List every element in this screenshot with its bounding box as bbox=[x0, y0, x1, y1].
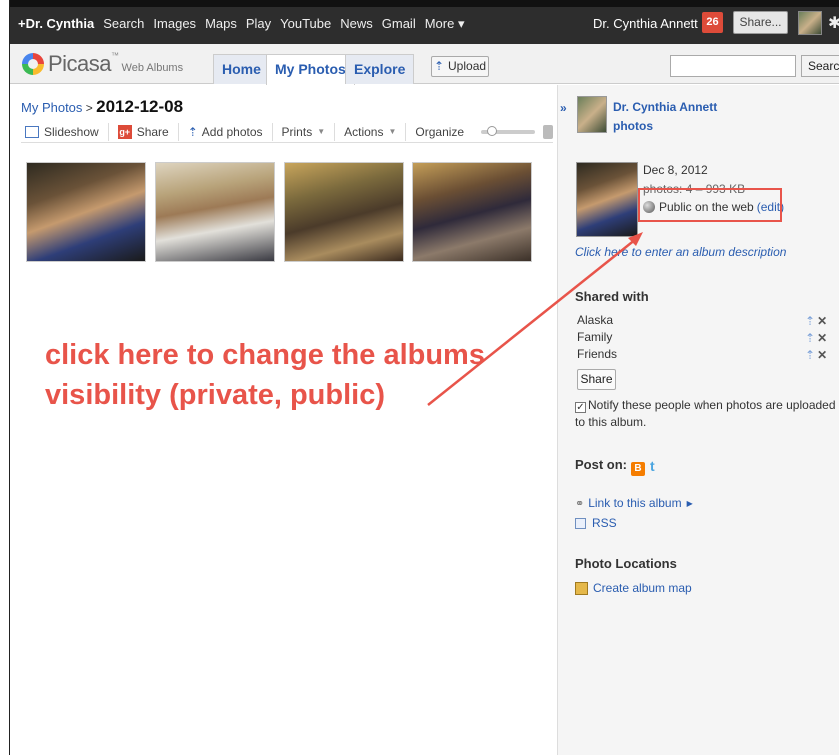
gbar-share-button[interactable]: Share... bbox=[733, 11, 788, 34]
gbar-user-name[interactable]: Dr. Cynthia Annett bbox=[593, 16, 698, 31]
annotation-line-2: visibility (private, public) bbox=[45, 379, 386, 411]
chain-link-icon: ⚭ bbox=[575, 497, 585, 510]
sidebar-share-button[interactable]: Share bbox=[577, 369, 616, 390]
photo-locations-heading: Photo Locations bbox=[575, 556, 677, 571]
remove-icon[interactable]: ✕ bbox=[817, 331, 829, 345]
actions-menu[interactable]: Actions ▼ bbox=[335, 122, 407, 141]
shared-with-heading: Shared with bbox=[575, 289, 649, 304]
logo-text: Picasa™ bbox=[48, 51, 119, 76]
add-photos-button[interactable]: ⇡ Add photos bbox=[179, 122, 273, 141]
remove-icon[interactable]: ✕ bbox=[817, 348, 829, 362]
breadcrumb-my-photos[interactable]: My Photos bbox=[21, 100, 82, 115]
picasa-header: Picasa™ Web Albums Home My Photos Explor… bbox=[10, 44, 839, 85]
gbar-link-youtube[interactable]: YouTube bbox=[280, 16, 331, 32]
album-description-link[interactable]: Click here to enter an album description bbox=[575, 245, 786, 259]
search-button[interactable]: Search bbox=[801, 55, 839, 77]
upload-button[interactable]: ⇡ Upload bbox=[431, 56, 489, 77]
breadcrumb-separator: > bbox=[85, 101, 93, 115]
annotation-line-1: click here to change the albums bbox=[45, 339, 485, 371]
owner-link[interactable]: Dr. Cynthia Annett photos bbox=[613, 98, 717, 136]
thumbnail-size-slider[interactable] bbox=[481, 125, 535, 136]
slideshow-icon bbox=[25, 125, 39, 138]
twitter-icon[interactable]: t bbox=[650, 458, 655, 474]
notify-option: ✓ Notify these people when photos are upl… bbox=[575, 397, 837, 431]
shared-item-controls: ⇡✕ bbox=[805, 314, 829, 328]
chevron-right-icon: ▶ bbox=[686, 498, 693, 508]
gbar-link-news[interactable]: News bbox=[340, 16, 373, 32]
rss-link[interactable]: RSS bbox=[575, 516, 617, 530]
gbar-link-profile[interactable]: +Dr. Cynthia bbox=[18, 16, 94, 32]
collapse-sidebar-icon[interactable]: » bbox=[560, 101, 567, 115]
tab-home[interactable]: Home bbox=[213, 54, 270, 84]
main-content: My Photos > 2012-12-08 Slideshow g+ Share… bbox=[10, 85, 557, 755]
slider-knob[interactable] bbox=[487, 125, 498, 136]
picasa-logo-icon bbox=[22, 53, 44, 75]
shared-item-controls: ⇡✕ bbox=[805, 348, 829, 362]
photo-thumbnail[interactable] bbox=[412, 162, 532, 262]
photo-thumbnail[interactable] bbox=[284, 162, 404, 262]
shared-item-alaska: Alaska bbox=[577, 313, 614, 327]
slideshow-button[interactable]: Slideshow bbox=[21, 122, 109, 141]
tab-my-photos[interactable]: My Photos bbox=[266, 54, 355, 85]
tab-explore[interactable]: Explore bbox=[345, 54, 415, 84]
album-toolbar: Slideshow g+ Share ⇡ Add photos Prints ▼ Ac… bbox=[21, 121, 553, 143]
picasa-logo[interactable]: Picasa™ Web Albums bbox=[22, 51, 183, 77]
owner-avatar[interactable] bbox=[577, 96, 607, 133]
gbar-link-maps[interactable]: Maps bbox=[205, 16, 237, 32]
map-icon bbox=[575, 581, 588, 595]
logo-subtitle: Web Albums bbox=[121, 62, 184, 74]
chevron-down-icon: ▼ bbox=[388, 127, 397, 136]
chevron-down-icon: ▼ bbox=[317, 127, 326, 136]
breadcrumb: My Photos > 2012-12-08 bbox=[21, 97, 183, 117]
shared-item-controls: ⇡✕ bbox=[805, 331, 829, 345]
gbar-link-search[interactable]: Search bbox=[103, 16, 144, 32]
remove-icon[interactable]: ✕ bbox=[817, 314, 829, 328]
notify-label: Notify these people when photos are uplo… bbox=[575, 398, 836, 429]
page-title: 2012-12-08 bbox=[96, 97, 184, 116]
gbar-link-play[interactable]: Play bbox=[246, 16, 271, 32]
upload-icon: ⇡ bbox=[187, 124, 198, 139]
highlight-box bbox=[638, 188, 782, 222]
upload-icon[interactable]: ⇡ bbox=[805, 314, 817, 328]
owner-photos-link[interactable]: photos bbox=[613, 117, 717, 136]
upload-icon[interactable]: ⇡ bbox=[805, 331, 817, 345]
album-sidebar: » Dr. Cynthia Annett photos Dec 8, 2012 … bbox=[557, 85, 839, 755]
photo-thumbnail[interactable] bbox=[155, 162, 275, 262]
gbar-link-images[interactable]: Images bbox=[153, 16, 196, 32]
shared-item-friends: Friends bbox=[577, 347, 618, 361]
post-on-label: Post on: bbox=[575, 457, 627, 472]
post-on-section: Post on: Bt bbox=[575, 457, 655, 476]
avatar[interactable] bbox=[798, 11, 822, 35]
rss-icon bbox=[575, 517, 586, 529]
album-cover-image[interactable] bbox=[576, 162, 638, 237]
blogger-icon[interactable]: B bbox=[631, 462, 645, 476]
upload-icon: ⇡ bbox=[433, 59, 445, 73]
browser-window: +Dr. Cynthia Search Images Maps Play You… bbox=[9, 0, 839, 755]
annotation-callout: click here to change the albums visibili… bbox=[45, 335, 515, 415]
album-date: Dec 8, 2012 bbox=[643, 163, 708, 177]
google-bar-links: +Dr. Cynthia Search Images Maps Play You… bbox=[18, 16, 473, 32]
notify-checkbox[interactable]: ✓ bbox=[575, 402, 586, 413]
organize-button[interactable]: Organize bbox=[406, 123, 473, 141]
prints-menu[interactable]: Prints ▼ bbox=[273, 122, 336, 141]
photo-thumbnail[interactable] bbox=[26, 162, 146, 262]
gbar-link-more[interactable]: More ▾ bbox=[425, 16, 465, 32]
create-album-map-link[interactable]: Create album map bbox=[575, 581, 692, 595]
owner-name[interactable]: Dr. Cynthia Annett bbox=[613, 98, 717, 117]
google-plus-icon: g+ bbox=[117, 124, 132, 139]
gear-icon[interactable]: ✱ bbox=[828, 13, 839, 33]
person-icon bbox=[542, 124, 553, 139]
upload-icon[interactable]: ⇡ bbox=[805, 348, 817, 362]
gbar-link-gmail[interactable]: Gmail bbox=[382, 16, 416, 32]
search-input[interactable] bbox=[670, 55, 796, 77]
share-button[interactable]: g+ Share bbox=[109, 122, 179, 141]
notification-badge[interactable]: 26 bbox=[702, 12, 723, 33]
link-to-album[interactable]: ⚭ Link to this album ▶ bbox=[575, 496, 693, 510]
google-bar: +Dr. Cynthia Search Images Maps Play You… bbox=[10, 0, 839, 44]
shared-item-family: Family bbox=[577, 330, 613, 344]
